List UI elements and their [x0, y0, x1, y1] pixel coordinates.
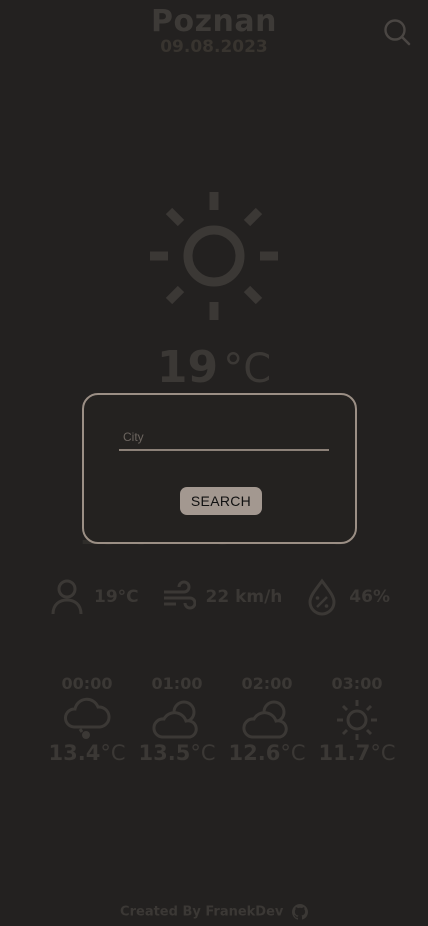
- hour-temp: 13.4°C: [48, 741, 126, 765]
- hour-time: 02:00: [241, 674, 293, 693]
- person-icon: [51, 579, 83, 615]
- city-input[interactable]: [119, 425, 329, 451]
- city-name: Poznan: [150, 4, 278, 39]
- temperature-unit: °C: [223, 346, 272, 392]
- wind-value: 22 km/h: [205, 587, 283, 607]
- temperature-value: 19: [156, 342, 219, 393]
- hour-temp: 13.5°C: [138, 741, 216, 765]
- weather-stats: 19°C 22 km/h 46%: [50, 578, 390, 616]
- wind-stat: 22 km/h: [162, 578, 283, 616]
- humidity-stat: 46%: [305, 578, 390, 616]
- hour-time: 00:00: [61, 674, 113, 693]
- snow-cloud-icon: [64, 697, 111, 739]
- github-icon[interactable]: [291, 904, 308, 920]
- footer: Created By FranekDev: [0, 904, 428, 920]
- hour-time: 03:00: [331, 674, 383, 693]
- cloud-icon: [242, 700, 288, 739]
- sun-icon: [337, 700, 377, 740]
- hourly-item: 03:00 11.7°C: [312, 674, 402, 765]
- sun-icon: [150, 192, 278, 320]
- hourly-forecast: 00:00 13.4°C 01:00 13.5°C 02:00 12.6°C 0…: [42, 674, 402, 765]
- hourly-item: 00:00 13.4°C: [42, 674, 132, 765]
- hour-temp: 11.7°C: [318, 741, 396, 765]
- hour-time: 01:00: [151, 674, 203, 693]
- search-modal: SEARCH: [82, 393, 357, 544]
- humidity-drop-icon: [308, 578, 336, 616]
- hour-temp: 12.6°C: [228, 741, 306, 765]
- hourly-item: 02:00 12.6°C: [222, 674, 312, 765]
- feels-like-stat: 19°C: [50, 578, 139, 616]
- cloud-icon: [152, 700, 198, 739]
- feels-like-value: 19°C: [94, 587, 139, 607]
- current-temperature: 19 °C: [0, 342, 428, 393]
- footer-credit: Created By FranekDev: [120, 904, 284, 920]
- hourly-item: 01:00 13.5°C: [132, 674, 222, 765]
- date-label: 09.08.2023: [160, 37, 268, 57]
- header: Poznan 09.08.2023: [0, 0, 428, 57]
- humidity-value: 46%: [349, 587, 390, 607]
- search-icon[interactable]: [383, 18, 411, 46]
- search-button[interactable]: SEARCH: [180, 487, 262, 515]
- wind-icon: [163, 580, 196, 610]
